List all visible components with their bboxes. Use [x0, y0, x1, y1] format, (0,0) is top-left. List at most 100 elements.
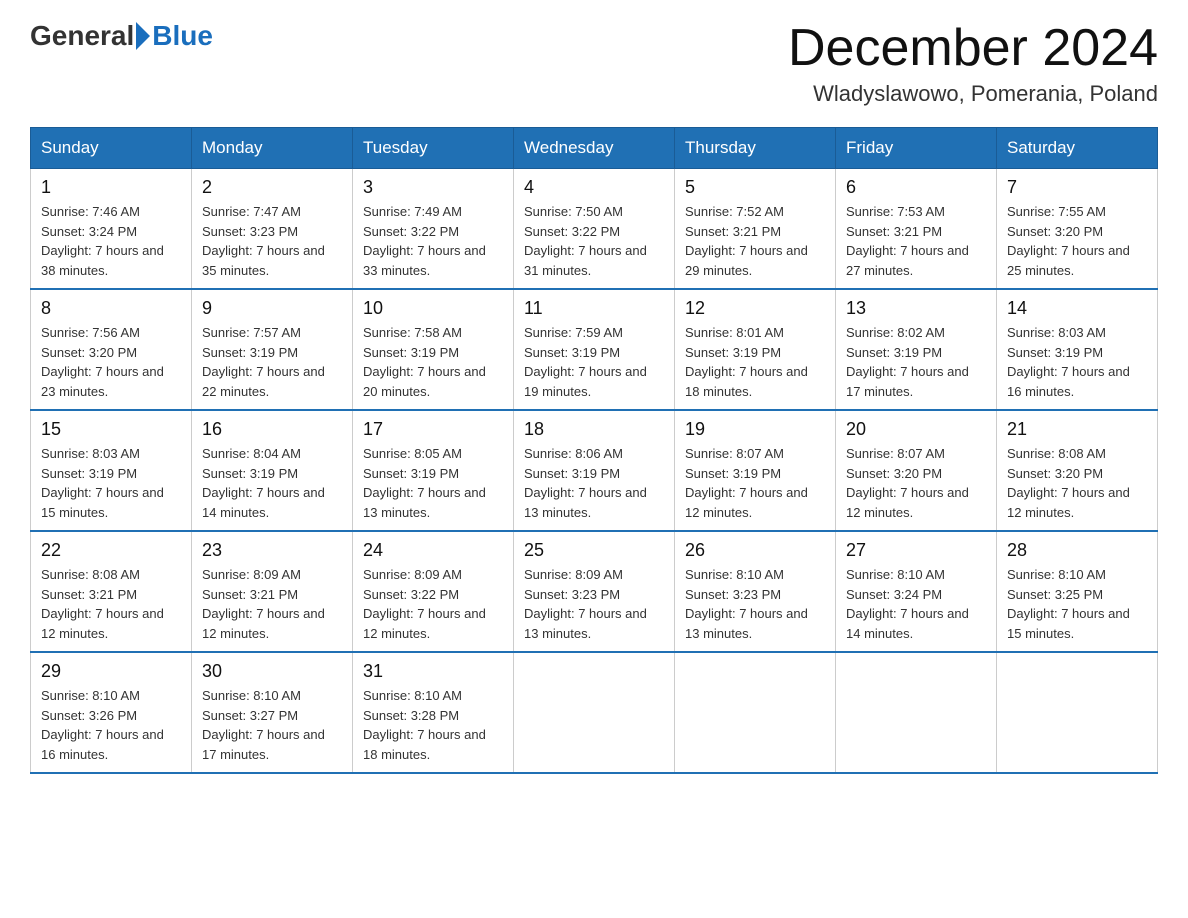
day-info: Sunrise: 8:10 AMSunset: 3:24 PMDaylight:…: [846, 567, 969, 641]
logo-arrow-icon: [136, 22, 150, 50]
day-number: 27: [846, 540, 986, 561]
day-info: Sunrise: 8:08 AMSunset: 3:20 PMDaylight:…: [1007, 446, 1130, 520]
calendar-week-row: 22 Sunrise: 8:08 AMSunset: 3:21 PMDaylig…: [31, 531, 1158, 652]
day-number: 22: [41, 540, 181, 561]
day-info: Sunrise: 8:04 AMSunset: 3:19 PMDaylight:…: [202, 446, 325, 520]
calendar-cell: 1 Sunrise: 7:46 AMSunset: 3:24 PMDayligh…: [31, 169, 192, 290]
calendar-cell: 21 Sunrise: 8:08 AMSunset: 3:20 PMDaylig…: [997, 410, 1158, 531]
calendar-cell: 19 Sunrise: 8:07 AMSunset: 3:19 PMDaylig…: [675, 410, 836, 531]
day-info: Sunrise: 8:10 AMSunset: 3:26 PMDaylight:…: [41, 688, 164, 762]
day-info: Sunrise: 8:01 AMSunset: 3:19 PMDaylight:…: [685, 325, 808, 399]
calendar-header-tuesday: Tuesday: [353, 128, 514, 169]
calendar-cell: 20 Sunrise: 8:07 AMSunset: 3:20 PMDaylig…: [836, 410, 997, 531]
calendar-cell: 14 Sunrise: 8:03 AMSunset: 3:19 PMDaylig…: [997, 289, 1158, 410]
day-number: 17: [363, 419, 503, 440]
day-info: Sunrise: 8:10 AMSunset: 3:28 PMDaylight:…: [363, 688, 486, 762]
day-info: Sunrise: 7:53 AMSunset: 3:21 PMDaylight:…: [846, 204, 969, 278]
day-number: 10: [363, 298, 503, 319]
day-info: Sunrise: 8:06 AMSunset: 3:19 PMDaylight:…: [524, 446, 647, 520]
day-info: Sunrise: 8:10 AMSunset: 3:25 PMDaylight:…: [1007, 567, 1130, 641]
day-info: Sunrise: 8:02 AMSunset: 3:19 PMDaylight:…: [846, 325, 969, 399]
day-number: 30: [202, 661, 342, 682]
calendar-header-wednesday: Wednesday: [514, 128, 675, 169]
day-number: 6: [846, 177, 986, 198]
calendar-cell: 12 Sunrise: 8:01 AMSunset: 3:19 PMDaylig…: [675, 289, 836, 410]
day-number: 4: [524, 177, 664, 198]
calendar-week-row: 15 Sunrise: 8:03 AMSunset: 3:19 PMDaylig…: [31, 410, 1158, 531]
day-number: 19: [685, 419, 825, 440]
day-info: Sunrise: 7:56 AMSunset: 3:20 PMDaylight:…: [41, 325, 164, 399]
day-number: 16: [202, 419, 342, 440]
calendar-week-row: 1 Sunrise: 7:46 AMSunset: 3:24 PMDayligh…: [31, 169, 1158, 290]
calendar-cell: 17 Sunrise: 8:05 AMSunset: 3:19 PMDaylig…: [353, 410, 514, 531]
calendar-cell: 30 Sunrise: 8:10 AMSunset: 3:27 PMDaylig…: [192, 652, 353, 773]
calendar-cell: 13 Sunrise: 8:02 AMSunset: 3:19 PMDaylig…: [836, 289, 997, 410]
calendar-cell: 2 Sunrise: 7:47 AMSunset: 3:23 PMDayligh…: [192, 169, 353, 290]
day-info: Sunrise: 7:47 AMSunset: 3:23 PMDaylight:…: [202, 204, 325, 278]
day-info: Sunrise: 7:49 AMSunset: 3:22 PMDaylight:…: [363, 204, 486, 278]
day-number: 1: [41, 177, 181, 198]
day-number: 29: [41, 661, 181, 682]
logo-general-text: General: [30, 20, 134, 52]
calendar-cell: 10 Sunrise: 7:58 AMSunset: 3:19 PMDaylig…: [353, 289, 514, 410]
calendar-cell: 15 Sunrise: 8:03 AMSunset: 3:19 PMDaylig…: [31, 410, 192, 531]
calendar-cell: 24 Sunrise: 8:09 AMSunset: 3:22 PMDaylig…: [353, 531, 514, 652]
calendar-cell: 16 Sunrise: 8:04 AMSunset: 3:19 PMDaylig…: [192, 410, 353, 531]
day-number: 15: [41, 419, 181, 440]
calendar-cell: 6 Sunrise: 7:53 AMSunset: 3:21 PMDayligh…: [836, 169, 997, 290]
month-title: December 2024: [788, 20, 1158, 77]
page-header: General Blue December 2024 Wladyslawowo,…: [30, 20, 1158, 107]
day-info: Sunrise: 7:50 AMSunset: 3:22 PMDaylight:…: [524, 204, 647, 278]
day-number: 11: [524, 298, 664, 319]
day-number: 23: [202, 540, 342, 561]
calendar-cell: 29 Sunrise: 8:10 AMSunset: 3:26 PMDaylig…: [31, 652, 192, 773]
calendar-cell: 3 Sunrise: 7:49 AMSunset: 3:22 PMDayligh…: [353, 169, 514, 290]
location: Wladyslawowo, Pomerania, Poland: [788, 81, 1158, 107]
calendar-cell: 31 Sunrise: 8:10 AMSunset: 3:28 PMDaylig…: [353, 652, 514, 773]
day-info: Sunrise: 7:52 AMSunset: 3:21 PMDaylight:…: [685, 204, 808, 278]
calendar-cell: 5 Sunrise: 7:52 AMSunset: 3:21 PMDayligh…: [675, 169, 836, 290]
calendar-week-row: 8 Sunrise: 7:56 AMSunset: 3:20 PMDayligh…: [31, 289, 1158, 410]
calendar-cell: 28 Sunrise: 8:10 AMSunset: 3:25 PMDaylig…: [997, 531, 1158, 652]
calendar-cell: 25 Sunrise: 8:09 AMSunset: 3:23 PMDaylig…: [514, 531, 675, 652]
calendar-cell: [836, 652, 997, 773]
day-info: Sunrise: 7:58 AMSunset: 3:19 PMDaylight:…: [363, 325, 486, 399]
calendar-table: SundayMondayTuesdayWednesdayThursdayFrid…: [30, 127, 1158, 774]
calendar-header-saturday: Saturday: [997, 128, 1158, 169]
day-number: 12: [685, 298, 825, 319]
day-info: Sunrise: 8:10 AMSunset: 3:23 PMDaylight:…: [685, 567, 808, 641]
calendar-header-monday: Monday: [192, 128, 353, 169]
day-info: Sunrise: 7:59 AMSunset: 3:19 PMDaylight:…: [524, 325, 647, 399]
calendar-cell: 9 Sunrise: 7:57 AMSunset: 3:19 PMDayligh…: [192, 289, 353, 410]
day-number: 9: [202, 298, 342, 319]
day-number: 24: [363, 540, 503, 561]
day-info: Sunrise: 8:08 AMSunset: 3:21 PMDaylight:…: [41, 567, 164, 641]
calendar-header-sunday: Sunday: [31, 128, 192, 169]
day-info: Sunrise: 8:03 AMSunset: 3:19 PMDaylight:…: [1007, 325, 1130, 399]
calendar-cell: [997, 652, 1158, 773]
day-number: 25: [524, 540, 664, 561]
day-info: Sunrise: 7:55 AMSunset: 3:20 PMDaylight:…: [1007, 204, 1130, 278]
day-number: 26: [685, 540, 825, 561]
day-number: 14: [1007, 298, 1147, 319]
calendar-cell: 4 Sunrise: 7:50 AMSunset: 3:22 PMDayligh…: [514, 169, 675, 290]
calendar-header-friday: Friday: [836, 128, 997, 169]
calendar-cell: 22 Sunrise: 8:08 AMSunset: 3:21 PMDaylig…: [31, 531, 192, 652]
calendar-header-row: SundayMondayTuesdayWednesdayThursdayFrid…: [31, 128, 1158, 169]
day-number: 3: [363, 177, 503, 198]
day-number: 21: [1007, 419, 1147, 440]
calendar-cell: [675, 652, 836, 773]
day-number: 31: [363, 661, 503, 682]
day-info: Sunrise: 8:09 AMSunset: 3:23 PMDaylight:…: [524, 567, 647, 641]
day-number: 18: [524, 419, 664, 440]
logo-blue-text: Blue: [152, 20, 213, 52]
day-info: Sunrise: 8:05 AMSunset: 3:19 PMDaylight:…: [363, 446, 486, 520]
day-info: Sunrise: 8:07 AMSunset: 3:20 PMDaylight:…: [846, 446, 969, 520]
calendar-cell: 7 Sunrise: 7:55 AMSunset: 3:20 PMDayligh…: [997, 169, 1158, 290]
calendar-cell: 18 Sunrise: 8:06 AMSunset: 3:19 PMDaylig…: [514, 410, 675, 531]
calendar-cell: 8 Sunrise: 7:56 AMSunset: 3:20 PMDayligh…: [31, 289, 192, 410]
calendar-cell: 26 Sunrise: 8:10 AMSunset: 3:23 PMDaylig…: [675, 531, 836, 652]
calendar-cell: 11 Sunrise: 7:59 AMSunset: 3:19 PMDaylig…: [514, 289, 675, 410]
title-section: December 2024 Wladyslawowo, Pomerania, P…: [788, 20, 1158, 107]
day-number: 8: [41, 298, 181, 319]
